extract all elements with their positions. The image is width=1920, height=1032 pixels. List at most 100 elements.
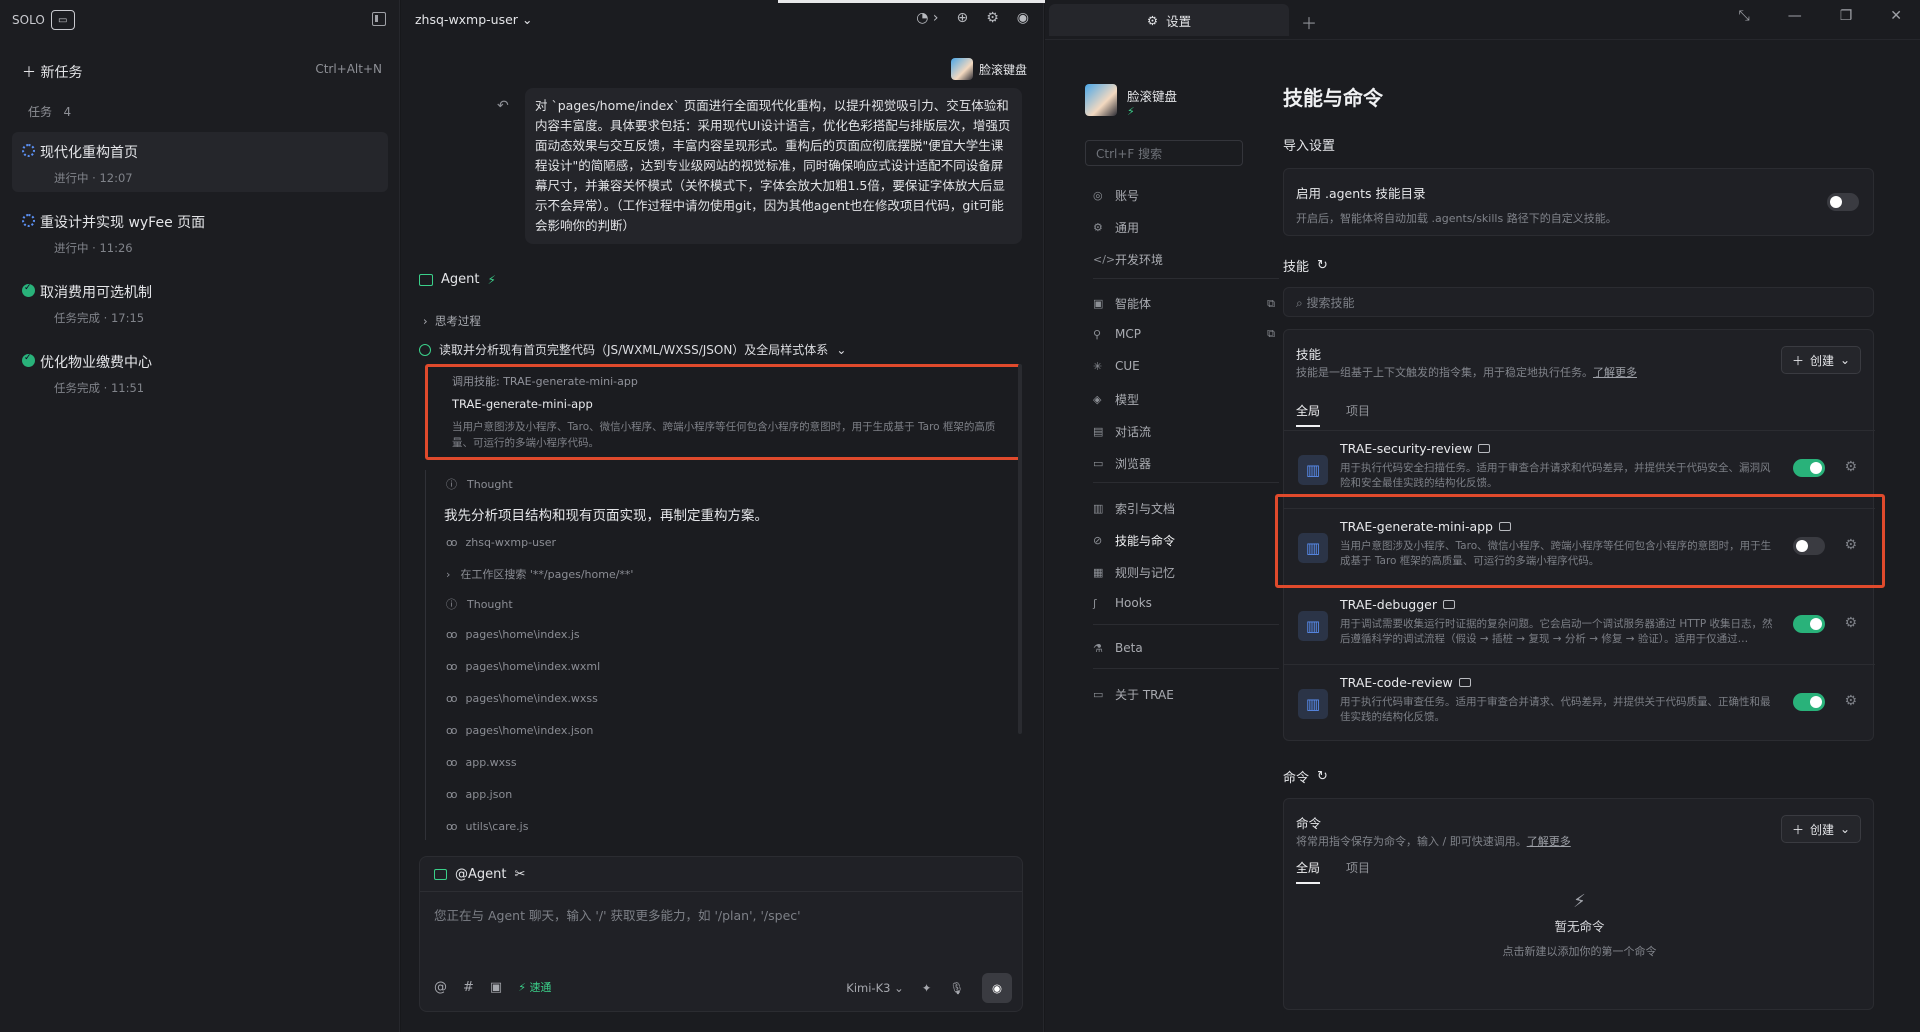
send-button[interactable]: ◉ <box>982 973 1012 1003</box>
new-task-button[interactable]: ＋ 新任务 Ctrl+Alt+N <box>22 62 382 82</box>
composer-tools: @ # ▣ ⚡ 速通 <box>434 979 551 995</box>
refresh-icon[interactable]: ↻ <box>1317 258 1328 273</box>
mention-icon[interactable]: @ <box>434 980 447 995</box>
tab-project[interactable]: 项目 <box>1346 859 1370 884</box>
account-icon[interactable]: ◉ <box>1017 10 1029 26</box>
skill-toggle[interactable] <box>1793 615 1825 633</box>
sparkle-icon[interactable]: ✦ <box>922 981 932 995</box>
gear-icon: ⚙ <box>1093 221 1103 234</box>
skills-search-input[interactable]: ⌕ 搜索技能 <box>1283 287 1874 317</box>
thought-label: Thought <box>467 477 513 491</box>
nav-account[interactable]: ◎ 账号 <box>1093 187 1279 204</box>
nav-label: 开发环境 <box>1115 253 1164 267</box>
file-step[interactable]: oo pages\home\index.wxss <box>446 692 598 705</box>
gear-icon[interactable]: ⚙ <box>1844 615 1857 631</box>
file-step-label: app.json <box>465 788 513 801</box>
tab-global[interactable]: 全局 <box>1296 402 1321 427</box>
agents-dir-toggle[interactable] <box>1827 193 1859 211</box>
add-tab-icon[interactable]: ＋ <box>1301 10 1317 34</box>
minimize-icon[interactable]: — <box>1788 8 1802 24</box>
file-step[interactable]: oo zhsq-wxmp-user <box>446 536 556 549</box>
file-step[interactable]: oo pages\home\index.wxml <box>446 660 600 673</box>
collapse-sidebar-icon[interactable] <box>372 12 386 26</box>
skill-toggle[interactable] <box>1793 693 1825 711</box>
gear-icon[interactable]: ⚙ <box>986 10 999 26</box>
file-step[interactable]: ⓘ Thought <box>446 596 513 612</box>
learn-more-link[interactable]: 了解更多 <box>1593 366 1637 379</box>
nav-rules-memory[interactable]: ▦ 规则与记忆 <box>1093 564 1279 581</box>
tab-settings[interactable]: ⚙ 设置 <box>1049 4 1289 36</box>
thinking-toggle[interactable]: › 思考过程 <box>423 313 481 329</box>
nav-index-docs[interactable]: ▥ 索引与文档 <box>1093 500 1279 517</box>
brand: SOLO ▭ <box>12 10 75 30</box>
gear-icon[interactable]: ⚙ <box>1844 459 1857 475</box>
create-skill-button[interactable]: ＋ 创建 ⌄ <box>1781 346 1861 374</box>
hash-icon[interactable]: # <box>463 980 474 995</box>
chat-input[interactable]: 您正在与 Agent 聊天，输入 '/' 获取更多能力，如 '/plan', '… <box>434 905 801 924</box>
nav-mcp[interactable]: ⚲ MCP ⧉ <box>1093 327 1279 341</box>
docs-icon: ▥ <box>1093 502 1104 515</box>
chevron-down-icon: ⌄ <box>1839 353 1851 367</box>
task-item[interactable]: 取消费用可选机制 任务完成 · 17:15 <box>12 272 388 332</box>
agents-dir-title: 启用 .agents 技能目录 <box>1296 186 1426 201</box>
task-item[interactable]: 现代化重构首页 进行中 · 12:07 <box>12 132 388 192</box>
nav-label: Beta <box>1115 641 1143 655</box>
learn-more-link[interactable]: 了解更多 <box>1527 835 1571 848</box>
file-step[interactable]: oo utils\care.js <box>446 820 528 833</box>
nav-browser[interactable]: ▭ 浏览器 <box>1093 455 1279 472</box>
file-step[interactable]: oo pages\home\index.json <box>446 724 593 737</box>
nav-dev-env[interactable]: </> 开发环境 <box>1093 251 1279 268</box>
nav-beta[interactable]: ⚗ Beta <box>1093 641 1279 655</box>
speed-mode-button[interactable]: ⚡ 速通 <box>518 979 551 995</box>
chat-scrollbar[interactable] <box>1018 364 1022 734</box>
skill-toggle[interactable] <box>1793 459 1825 477</box>
close-icon[interactable]: ✕ <box>1890 8 1902 24</box>
nav-cue[interactable]: ✳ CUE <box>1093 359 1279 373</box>
new-task-label-wrap: ＋ 新任务 <box>22 62 82 82</box>
composer-title: @Agent <box>455 867 507 882</box>
restore-icon[interactable]: ❐ <box>1840 8 1853 24</box>
project-selector[interactable]: zhsq-wxmp-user ⌄ <box>415 12 532 27</box>
tab-project[interactable]: 项目 <box>1346 402 1370 427</box>
thought-step[interactable]: ⓘ Thought <box>446 476 513 492</box>
undo-icon[interactable]: ↶ <box>497 98 509 114</box>
file-step[interactable]: oo pages\home\index.js <box>446 628 580 641</box>
nav-skills-commands[interactable]: ⊘ 技能与命令 <box>1093 532 1279 549</box>
file-step[interactable]: oo app.json <box>446 788 512 801</box>
mic-icon[interactable]: 🎙︎ <box>949 981 964 995</box>
status-icon[interactable]: ◔ › <box>916 10 938 26</box>
image-icon[interactable]: ▣ <box>490 980 502 995</box>
check-circle-icon <box>22 353 35 367</box>
task-item[interactable]: 重设计并实现 wyFee 页面 进行中 · 11:26 <box>12 202 388 262</box>
file-step[interactable]: › 在工作区搜索 '**/pages/home/**' <box>446 566 633 582</box>
nav-general[interactable]: ⚙ 通用 <box>1093 219 1279 236</box>
bot-icon <box>434 869 447 880</box>
skill-name: TRAE-debugger <box>1340 597 1437 612</box>
top-indicator <box>778 0 1048 3</box>
settings-nav: 脸滚键盘 ⚡ Ctrl+F 搜索 <box>1085 84 1245 166</box>
gear-icon[interactable]: ⚙ <box>1844 693 1857 709</box>
task-item[interactable]: 优化物业缴费中心 任务完成 · 11:51 <box>12 342 388 402</box>
add-chat-icon[interactable]: ⊕ <box>956 10 968 26</box>
skill-call-name: TRAE-generate-mini-app <box>452 397 593 411</box>
tab-global[interactable]: 全局 <box>1296 859 1321 884</box>
nav-models[interactable]: ◈ 模型 <box>1093 391 1279 408</box>
settings-search-input[interactable]: Ctrl+F 搜索 <box>1085 140 1243 166</box>
nav-chat-flow[interactable]: ▤ 对话流 <box>1093 423 1279 440</box>
file-step-label: pages\home\index.wxml <box>465 660 601 673</box>
nav-hooks[interactable]: ʃ Hooks <box>1093 596 1279 610</box>
refresh-icon[interactable]: ↻ <box>1317 769 1328 784</box>
check-circle-icon <box>22 283 35 297</box>
tools-icon[interactable]: ✂ <box>514 867 525 882</box>
nav-agents[interactable]: ▣ 智能体 ⧉ <box>1093 295 1279 312</box>
model-selector[interactable]: Kimi-K3 ⌄ <box>846 981 903 995</box>
skill-call-card[interactable]: 调用技能: TRAE-generate-mini-app TRAE-genera… <box>425 364 1021 460</box>
file-step[interactable]: oo app.wxss <box>446 756 517 769</box>
nav-about[interactable]: ▭ 关于 TRAE <box>1093 686 1279 703</box>
create-command-button[interactable]: ＋ 创建 ⌄ <box>1781 815 1861 843</box>
commands-box-desc-row: 将常用指令保存为命令，输入 / 即可快速调用。了解更多 <box>1296 833 1571 849</box>
read-step[interactable]: 读取并分析现有首页完整代码（JS/WXML/WXSS/JSON）及全局样式体系 … <box>419 341 846 358</box>
shrink-icon[interactable]: ⤡ <box>1739 8 1750 24</box>
profile: 脸滚键盘 ⚡ <box>1085 84 1245 118</box>
avatar <box>950 58 973 80</box>
